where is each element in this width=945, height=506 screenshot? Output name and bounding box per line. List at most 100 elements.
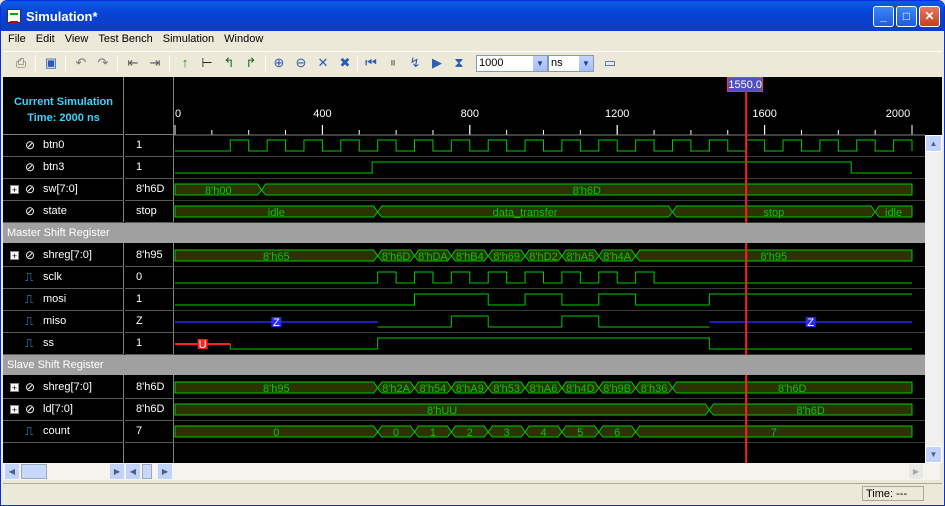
prev-edge-icon[interactable]: ↰ xyxy=(221,55,237,71)
signal-name: shreg[7:0] xyxy=(43,249,92,261)
expand-icon[interactable]: + xyxy=(10,251,19,261)
signal-row[interactable]: + ⊘ shreg[7:0] xyxy=(3,245,124,267)
scroll-up-icon[interactable]: ▲ xyxy=(925,135,942,152)
maximize-button[interactable]: □ xyxy=(896,6,917,27)
expand-icon[interactable]: + xyxy=(10,185,19,195)
output-bit-icon: ⎍ xyxy=(25,314,34,328)
signal-value: 8'h6D xyxy=(125,399,174,421)
bus-value-label: 8'hA5 xyxy=(566,251,594,263)
signal-name: count xyxy=(43,425,70,437)
pause-icon[interactable]: ⏸ xyxy=(385,55,401,71)
indent-right-icon[interactable]: ⇥ xyxy=(147,55,163,71)
scroll-left-icon[interactable]: ◀ xyxy=(126,464,140,479)
signal-value: 0 xyxy=(125,267,174,289)
names-scroll-thumb[interactable] xyxy=(21,464,47,479)
cursor-time-label[interactable]: 1550.0 xyxy=(727,77,764,92)
bus-value-label: 3 xyxy=(504,427,510,439)
minimize-button[interactable]: _ xyxy=(873,6,894,27)
title-bar[interactable]: Simulation* _ □ ✕ xyxy=(1,1,944,31)
run-time-combo[interactable]: 1000 ▼ xyxy=(476,55,548,72)
signal-name: ld[7:0] xyxy=(43,403,73,415)
signal-row[interactable]: ⎍ sclk xyxy=(3,267,124,289)
signal-name: mosi xyxy=(43,293,67,305)
output-bit-icon: ⎍ xyxy=(25,424,34,438)
bus-value-label: 2 xyxy=(467,427,473,439)
bit-trace xyxy=(229,337,912,350)
group-header[interactable]: Master Shift Register xyxy=(3,223,925,243)
menu-edit[interactable]: Edit xyxy=(31,31,60,45)
bus-value-label: 8'hA9 xyxy=(456,383,484,395)
run-icon[interactable]: ▶ xyxy=(429,55,445,71)
app-icon xyxy=(7,9,21,23)
z-label: Z xyxy=(273,317,280,329)
float-window-icon[interactable]: ▭ xyxy=(602,55,618,71)
signal-value: 8'h6D xyxy=(125,377,174,399)
zoom-fit-icon[interactable]: ✕ xyxy=(315,55,331,71)
output-bit-icon: ⎍ xyxy=(25,270,34,284)
scroll-right-icon[interactable]: ▶ xyxy=(909,464,923,479)
restart-icon[interactable]: ⏮ xyxy=(363,55,379,71)
close-button[interactable]: ✕ xyxy=(919,6,940,27)
bus-value-label: 0 xyxy=(273,427,279,439)
menu-simulation[interactable]: Simulation xyxy=(158,31,219,45)
bus-value-label: 8'h36 xyxy=(641,383,668,395)
signal-row[interactable]: ⊘ btn3 xyxy=(3,157,124,179)
scroll-down-icon[interactable]: ▼ xyxy=(925,446,942,463)
step-icon[interactable]: ↯ xyxy=(407,55,423,71)
bus-value-label: 8'h6D xyxy=(382,251,410,263)
input-bit-icon: ⊘ xyxy=(25,204,36,218)
expand-icon[interactable]: + xyxy=(10,383,19,393)
time-unit-value: ns xyxy=(551,57,563,69)
group-header[interactable]: Slave Shift Register xyxy=(3,355,925,375)
signal-value: 1 xyxy=(125,289,174,311)
signal-name: sclk xyxy=(43,271,62,283)
signal-row[interactable]: ⎍ count xyxy=(3,421,124,443)
signal-row[interactable]: ⎍ miso xyxy=(3,311,124,333)
signal-name: shreg[7:0] xyxy=(43,381,92,393)
menu-test-bench[interactable]: Test Bench xyxy=(93,31,157,45)
time-tick-label: 400 xyxy=(313,108,331,120)
signal-row[interactable]: ⊘ btn0 xyxy=(3,135,124,157)
save-icon[interactable]: ▣ xyxy=(43,55,59,71)
chevron-down-icon[interactable]: ▼ xyxy=(533,56,547,71)
bus-value-label: data_transfer xyxy=(493,207,558,219)
output-bit-icon: ⎍ xyxy=(25,336,34,350)
signal-value: 7 xyxy=(125,421,174,443)
input-bus-icon: ⊘ xyxy=(25,182,36,196)
scroll-right-icon[interactable]: ▶ xyxy=(158,464,172,479)
redo-icon[interactable]: ↷ xyxy=(95,55,111,71)
zoom-in-icon[interactable]: ⊕ xyxy=(271,55,287,71)
scroll-right-icon[interactable]: ▶ xyxy=(110,464,124,479)
signal-row[interactable]: + ⊘ sw[7:0] xyxy=(3,179,124,201)
menu-file[interactable]: File xyxy=(3,31,31,45)
signal-row[interactable]: + ⊘ ld[7:0] xyxy=(3,399,124,421)
bus-value-label: 8'h9B xyxy=(603,383,631,395)
add-marker-icon[interactable]: ↑ xyxy=(177,55,193,71)
time-unit-combo[interactable]: ns ▼ xyxy=(548,55,594,72)
undo-icon[interactable]: ↶ xyxy=(73,55,89,71)
indent-left-icon[interactable]: ⇤ xyxy=(125,55,141,71)
bus-value-label: 8'h6D xyxy=(573,185,601,197)
next-edge-icon[interactable]: ↱ xyxy=(243,55,259,71)
run-for-icon[interactable]: ⧗ xyxy=(451,55,467,71)
vertical-scrollbar[interactable]: ▲ ▼ xyxy=(925,135,942,463)
zoom-out-icon[interactable]: ⊖ xyxy=(293,55,309,71)
scroll-left-icon[interactable]: ◀ xyxy=(5,464,19,479)
values-scroll-thumb[interactable] xyxy=(142,464,152,479)
print-icon[interactable]: ⎙ xyxy=(13,55,29,71)
waveform-canvas[interactable]: 0 400 800 1200 1600 20008'h00 8'h6Didle data_tr… xyxy=(174,77,925,463)
measure-icon[interactable]: ⊢ xyxy=(199,55,215,71)
expand-icon[interactable]: + xyxy=(10,405,19,415)
horizontal-scrollbar[interactable]: ◀ ▶ ◀ ▶ ▶ xyxy=(3,463,940,480)
zoom-full-icon[interactable]: ✖ xyxy=(337,55,353,71)
signal-row[interactable]: + ⊘ shreg[7:0] xyxy=(3,377,124,399)
signal-row[interactable]: ⊘ state xyxy=(3,201,124,223)
time-tick-label: 800 xyxy=(461,108,479,120)
menu-window[interactable]: Window xyxy=(219,31,268,45)
bus-value-label: 8'hUU xyxy=(427,405,457,417)
menu-view[interactable]: View xyxy=(60,31,94,45)
chevron-down-icon[interactable]: ▼ xyxy=(579,56,593,71)
waveform-pane[interactable]: 0 400 800 1200 1600 2000 8'h00 8'h6D idle data_tr… xyxy=(174,77,925,463)
signal-row[interactable]: ⎍ ss xyxy=(3,333,124,355)
signal-row[interactable]: ⎍ mosi xyxy=(3,289,124,311)
